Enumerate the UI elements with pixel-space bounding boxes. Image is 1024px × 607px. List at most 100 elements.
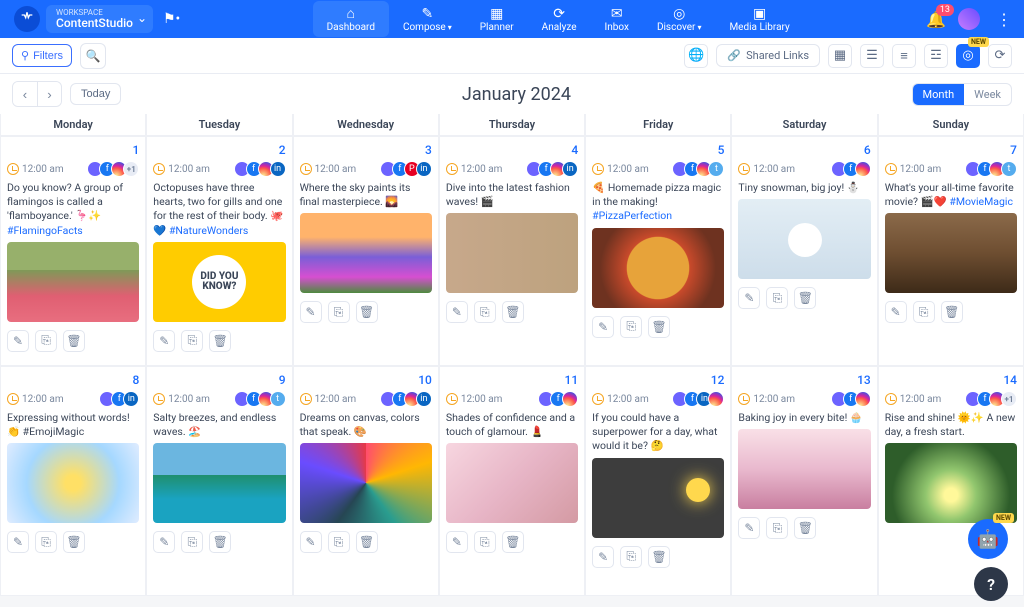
copy-button[interactable]: ⎘ bbox=[474, 531, 496, 553]
edit-button[interactable]: ✎ bbox=[7, 531, 29, 553]
cell-9[interactable]: 9 12:00 amft Salty breezes, and endless … bbox=[146, 366, 292, 596]
help-button[interactable]: ? bbox=[974, 567, 1008, 601]
cell-12[interactable]: 12 12:00 amfin If you could have a super… bbox=[585, 366, 731, 596]
hashtag[interactable]: #PizzaPerfection bbox=[592, 209, 672, 222]
today-button[interactable]: Today bbox=[70, 83, 121, 105]
view-grid[interactable]: ◎ bbox=[956, 44, 980, 68]
edit-button[interactable]: ✎ bbox=[885, 301, 907, 323]
copy-button[interactable]: ⎘ bbox=[181, 330, 203, 352]
edit-button[interactable]: ✎ bbox=[738, 517, 760, 539]
copy-button[interactable]: ⎘ bbox=[474, 301, 496, 323]
cell-4[interactable]: 4 12:00 amfin Dive into the latest fashi… bbox=[439, 136, 585, 366]
filter-icon: ⚲ bbox=[21, 49, 29, 62]
globe-button[interactable]: 🌐 bbox=[684, 44, 708, 68]
nav-dashboard[interactable]: ⌂Dashboard bbox=[313, 1, 389, 37]
prev-month[interactable]: ‹ bbox=[13, 82, 37, 106]
app-logo[interactable] bbox=[14, 6, 40, 32]
delete-button[interactable]: 🗑 bbox=[794, 517, 816, 539]
copy-button[interactable]: ⎘ bbox=[620, 546, 642, 568]
cell-6[interactable]: 6 12:00 amf Tiny snowman, big joy! ⛄ ✎⎘🗑 bbox=[731, 136, 877, 366]
delete-button[interactable]: 🗑 bbox=[502, 531, 524, 553]
search-button[interactable]: 🔍 bbox=[80, 43, 106, 69]
kebab-menu[interactable]: ⋮ bbox=[992, 10, 1016, 29]
edit-button[interactable]: ✎ bbox=[592, 316, 614, 338]
edit-button[interactable]: ✎ bbox=[446, 531, 468, 553]
edit-button[interactable]: ✎ bbox=[153, 531, 175, 553]
user-avatar[interactable] bbox=[958, 8, 980, 30]
copy-button[interactable]: ⎘ bbox=[766, 287, 788, 309]
range-month[interactable]: Month bbox=[913, 84, 965, 105]
delete-button[interactable]: 🗑 bbox=[356, 301, 378, 323]
post-copy: Tiny snowman, big joy! ⛄ bbox=[738, 181, 870, 195]
date: 2 bbox=[153, 143, 285, 157]
edit-button[interactable]: ✎ bbox=[7, 330, 29, 352]
date: 13 bbox=[738, 373, 870, 387]
chatbot-button[interactable]: 🤖 bbox=[968, 519, 1008, 559]
post-copy: Baking joy in every bite! 🧁 bbox=[738, 411, 870, 425]
cell-13[interactable]: 13 12:00 amf Baking joy in every bite! 🧁… bbox=[731, 366, 877, 596]
cell-10[interactable]: 10 12:00 amfin Dreams on canvas, colors … bbox=[293, 366, 439, 596]
hashtag[interactable]: #FlamingoFacts bbox=[7, 224, 83, 237]
shared-links-button[interactable]: 🔗Shared Links bbox=[716, 44, 820, 67]
post-copy: 🍕 Homemade pizza magic in the making! #P… bbox=[592, 181, 724, 224]
refresh-button[interactable]: ⟳ bbox=[988, 44, 1012, 68]
cell-7[interactable]: 7 12:00 amft What's your all-time favori… bbox=[878, 136, 1024, 366]
cell-1[interactable]: 1 12:00 amf+1 Do you know? A group of fl… bbox=[0, 136, 146, 366]
copy-button[interactable]: ⎘ bbox=[328, 301, 350, 323]
next-month[interactable]: › bbox=[37, 82, 61, 106]
date: 3 bbox=[300, 143, 432, 157]
range-week[interactable]: Week bbox=[964, 84, 1011, 105]
delete-button[interactable]: 🗑 bbox=[63, 531, 85, 553]
hashtag[interactable]: #NatureWonders bbox=[169, 224, 248, 237]
edit-button[interactable]: ✎ bbox=[300, 301, 322, 323]
copy-button[interactable]: ⎘ bbox=[181, 531, 203, 553]
copy-button[interactable]: ⎘ bbox=[620, 316, 642, 338]
more-accounts[interactable]: +1 bbox=[1001, 391, 1017, 407]
more-accounts[interactable]: +1 bbox=[123, 161, 139, 177]
nav-analyze[interactable]: ⟳Analyze bbox=[528, 1, 591, 37]
view-calendar[interactable]: ▦ bbox=[828, 44, 852, 68]
delete-button[interactable]: 🗑 bbox=[356, 531, 378, 553]
delete-button[interactable]: 🗑 bbox=[941, 301, 963, 323]
edit-button[interactable]: ✎ bbox=[738, 287, 760, 309]
nav-planner[interactable]: ▦Planner bbox=[466, 1, 528, 37]
nav-discover[interactable]: ◎Discover▾ bbox=[643, 1, 716, 37]
workspace-switcher[interactable]: WORKSPACE ContentStudio bbox=[46, 5, 153, 33]
filters-button[interactable]: ⚲Filters bbox=[12, 44, 72, 67]
edit-button[interactable]: ✎ bbox=[446, 301, 468, 323]
linkedin-icon: in bbox=[270, 161, 286, 177]
date: 1 bbox=[7, 143, 139, 157]
copy-button[interactable]: ⎘ bbox=[35, 531, 57, 553]
cell-11[interactable]: 11 12:00 amf Shades of confidence and a … bbox=[439, 366, 585, 596]
nav-inbox[interactable]: ✉Inbox bbox=[591, 1, 643, 37]
delete-button[interactable]: 🗑 bbox=[648, 546, 670, 568]
nav-media[interactable]: ▣Media Library bbox=[715, 1, 803, 37]
copy-button[interactable]: ⎘ bbox=[35, 330, 57, 352]
delete-button[interactable]: 🗑 bbox=[63, 330, 85, 352]
cell-2[interactable]: 2 12:00 amfin Octopuses have three heart… bbox=[146, 136, 292, 366]
edit-button[interactable]: ✎ bbox=[300, 531, 322, 553]
delete-button[interactable]: 🗑 bbox=[209, 531, 231, 553]
edit-button[interactable]: ✎ bbox=[592, 546, 614, 568]
view-compact[interactable]: ☲ bbox=[924, 44, 948, 68]
flag-icon[interactable]: ⚑• bbox=[163, 11, 180, 27]
delete-button[interactable]: 🗑 bbox=[648, 316, 670, 338]
cell-14[interactable]: 14 12:00 amf+1 Rise and shine! 🌞✨ A new … bbox=[878, 366, 1024, 596]
hashtag[interactable]: #MovieMagic bbox=[949, 195, 1013, 208]
delete-button[interactable]: 🗑 bbox=[209, 330, 231, 352]
day-thursday: Thursday bbox=[439, 114, 585, 136]
copy-button[interactable]: ⎘ bbox=[913, 301, 935, 323]
copy-button[interactable]: ⎘ bbox=[766, 517, 788, 539]
cell-3[interactable]: 3 12:00 amfPin Where the sky paints its … bbox=[293, 136, 439, 366]
view-feed[interactable]: ☰ bbox=[860, 44, 884, 68]
delete-button[interactable]: 🗑 bbox=[502, 301, 524, 323]
copy-button[interactable]: ⎘ bbox=[328, 531, 350, 553]
instagram-icon bbox=[708, 391, 724, 407]
view-list[interactable]: ≡ bbox=[892, 44, 916, 68]
delete-button[interactable]: 🗑 bbox=[794, 287, 816, 309]
nav-compose[interactable]: ✎Compose▾ bbox=[389, 1, 466, 37]
cell-8[interactable]: 8 12:00 amfin Expressing without words! … bbox=[0, 366, 146, 596]
cell-5[interactable]: 5 12:00 amft 🍕 Homemade pizza magic in t… bbox=[585, 136, 731, 366]
edit-button[interactable]: ✎ bbox=[153, 330, 175, 352]
notifications-button[interactable]: 🔔13 bbox=[926, 10, 946, 29]
